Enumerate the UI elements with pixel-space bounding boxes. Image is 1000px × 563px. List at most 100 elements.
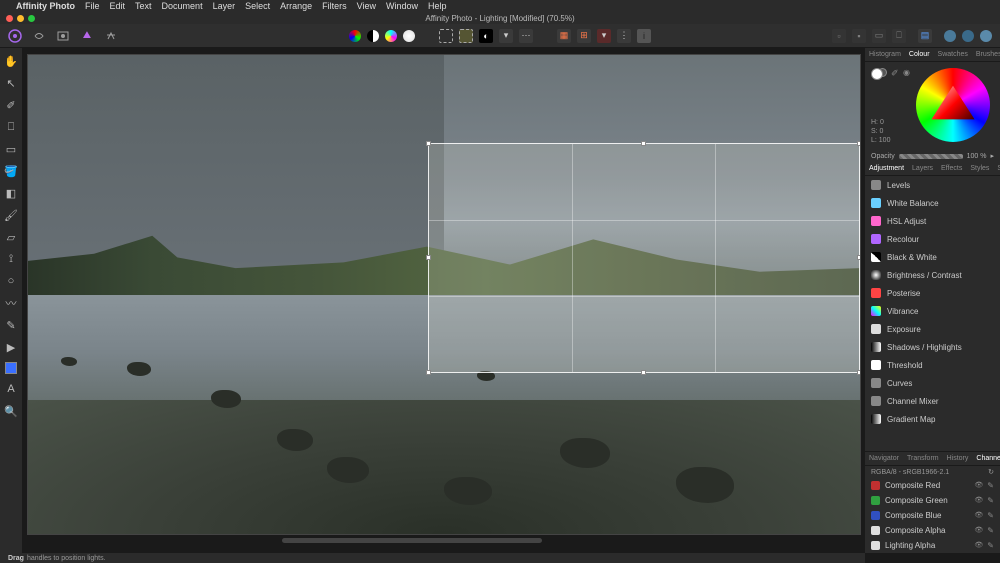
adjustment-posterise[interactable]: Posterise [865, 284, 1000, 302]
snapping-dropdown[interactable]: ▾ [597, 29, 611, 43]
tab-navigator[interactable]: Navigator [865, 455, 903, 462]
handle-tr[interactable] [857, 141, 861, 146]
tab-colour[interactable]: Colour [905, 51, 934, 58]
document-canvas[interactable] [27, 54, 861, 535]
marquee-tool[interactable]: ▭ [4, 142, 18, 156]
develop-persona-icon[interactable] [56, 29, 70, 43]
quick-mask-icon[interactable]: ◐ [479, 29, 493, 43]
tab-stock[interactable]: Stock [993, 165, 1000, 172]
channel-visibility-icon[interactable]: 👁 [974, 541, 983, 550]
handle-ml[interactable] [426, 255, 431, 260]
adjustment-black-white[interactable]: Black & White [865, 248, 1000, 266]
opacity-slider[interactable] [899, 154, 963, 159]
opacity-value[interactable]: 100 % [967, 153, 987, 160]
hand-tool[interactable]: ✋ [4, 54, 18, 68]
channel-visibility-icon[interactable]: 👁 [974, 496, 983, 505]
horizontal-scrollbar[interactable] [282, 538, 542, 543]
adjustment-gradient-map[interactable]: Gradient Map [865, 410, 1000, 428]
move-tool[interactable]: ↖ [4, 76, 18, 90]
alignment-icon[interactable]: ▦ [557, 29, 571, 43]
close-window-button[interactable] [6, 15, 13, 22]
menu-arrange[interactable]: Arrange [280, 1, 312, 11]
sync-icon[interactable] [962, 30, 974, 42]
erase-tool[interactable]: ▱ [4, 230, 18, 244]
handle-tm[interactable] [641, 141, 646, 146]
crop-tool[interactable]: ⎕ [4, 120, 18, 134]
menu-help[interactable]: Help [428, 1, 447, 11]
fg-bg-swatch[interactable] [871, 68, 887, 84]
menu-layer[interactable]: Layer [213, 1, 236, 11]
marquee-rect-icon[interactable] [439, 29, 453, 43]
colour-mode-dropdown[interactable]: ◉ [903, 68, 910, 77]
menu-file[interactable]: File [85, 1, 100, 11]
gradient-tool[interactable]: ◧ [4, 186, 18, 200]
adjustment-shadows-highlights[interactable]: Shadows / Highlights [865, 338, 1000, 356]
channel-visibility-icon[interactable]: 👁 [974, 526, 983, 535]
handle-bl[interactable] [426, 370, 431, 375]
channel-composite-blue[interactable]: Composite Blue👁✎ [865, 508, 1000, 523]
handle-tl[interactable] [426, 141, 431, 146]
snapping-options-icon[interactable]: ⋮ [617, 29, 631, 43]
assistant-icon[interactable]: i [637, 29, 651, 43]
menu-filters[interactable]: Filters [322, 1, 347, 11]
tab-layers[interactable]: Layers [908, 165, 937, 172]
smudge-tool[interactable]: 〰 [4, 296, 18, 310]
selection-options-icon[interactable]: ⋯ [519, 29, 533, 43]
adjustment-brightness-contrast[interactable]: Brightness / Contrast [865, 266, 1000, 284]
globe-icon[interactable] [944, 30, 956, 42]
cmyk-wheel-icon[interactable] [385, 30, 397, 42]
channel-visibility-icon[interactable]: 👁 [974, 481, 983, 490]
menu-document[interactable]: Document [162, 1, 203, 11]
account-icon[interactable] [980, 30, 992, 42]
handle-bm[interactable] [641, 370, 646, 375]
tab-styles[interactable]: Styles [966, 165, 993, 172]
adjustment-levels[interactable]: Levels [865, 176, 1000, 194]
channel-lighting-alpha[interactable]: Lighting Alpha👁✎ [865, 538, 1000, 553]
adjustment-curves[interactable]: Curves [865, 374, 1000, 392]
channel-composite-red[interactable]: Composite Red👁✎ [865, 478, 1000, 493]
adjustment-recolour[interactable]: Recolour [865, 230, 1000, 248]
crop-doc-icon[interactable]: ⎕ [892, 29, 906, 43]
marquee-add-icon[interactable] [459, 29, 473, 43]
tab-channels[interactable]: Channels [972, 455, 1000, 462]
channels-reset-icon[interactable]: ↻ [988, 468, 994, 476]
channel-edit-icon[interactable]: ✎ [987, 511, 994, 520]
adjustment-white-balance[interactable]: White Balance [865, 194, 1000, 212]
maximize-window-button[interactable] [28, 15, 35, 22]
shape-tool[interactable]: ▶ [4, 340, 18, 354]
clone-tool[interactable]: ⟟ [4, 252, 18, 266]
channel-composite-green[interactable]: Composite Green👁✎ [865, 493, 1000, 508]
export-persona-icon[interactable] [104, 29, 118, 43]
liquify-persona-icon[interactable] [32, 29, 46, 43]
tab-brushes[interactable]: Brushes [972, 51, 1000, 58]
refine-selection-button[interactable]: ▾ [499, 29, 513, 43]
minimize-window-button[interactable] [17, 15, 24, 22]
adjustment-vibrance[interactable]: Vibrance [865, 302, 1000, 320]
zoom-tool[interactable]: 🔍 [4, 404, 18, 418]
menu-view[interactable]: View [357, 1, 376, 11]
channel-edit-icon[interactable]: ✎ [987, 496, 994, 505]
add-layer-icon[interactable]: ▫ [832, 29, 846, 43]
lighting-bounds-box[interactable] [428, 143, 860, 373]
paint-brush-tool[interactable]: 🖌 [4, 208, 18, 222]
fg-bg-colour-tool[interactable] [5, 362, 17, 374]
tab-effects[interactable]: Effects [937, 165, 966, 172]
channel-edit-icon[interactable]: ✎ [987, 541, 994, 550]
channel-composite-alpha[interactable]: Composite Alpha👁✎ [865, 523, 1000, 538]
menu-select[interactable]: Select [245, 1, 270, 11]
pen-tool[interactable]: ✎ [4, 318, 18, 332]
opacity-stepper-icon[interactable]: ▸ [990, 152, 994, 160]
greyscale-icon[interactable] [367, 30, 379, 42]
dodge-tool[interactable]: ○ [4, 274, 18, 288]
fg-colour-swatch[interactable] [871, 68, 883, 80]
photo-persona-icon[interactable] [8, 29, 22, 43]
channel-edit-icon[interactable]: ✎ [987, 526, 994, 535]
lab-wheel-icon[interactable] [403, 30, 415, 42]
handle-mr[interactable] [857, 255, 861, 260]
channel-visibility-icon[interactable]: 👁 [974, 511, 983, 520]
adjustment-exposure[interactable]: Exposure [865, 320, 1000, 338]
channel-edit-icon[interactable]: ✎ [987, 481, 994, 490]
tone-mapping-persona-icon[interactable]: ⛰ [80, 29, 94, 43]
menu-text[interactable]: Text [135, 1, 152, 11]
colour-wheel[interactable] [916, 68, 990, 142]
